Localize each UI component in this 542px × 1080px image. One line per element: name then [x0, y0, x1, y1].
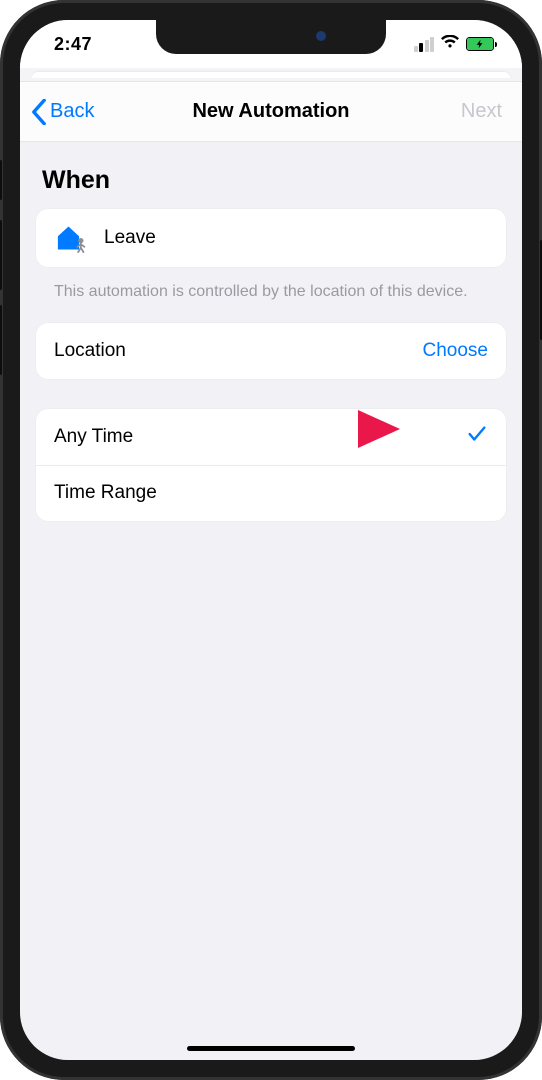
choose-location-button[interactable]: Choose [423, 340, 489, 362]
trigger-card[interactable]: Leave [36, 209, 506, 267]
section-header-when: When [36, 160, 506, 209]
notch [156, 20, 386, 54]
trigger-label: Leave [104, 227, 156, 249]
checkmark-icon [466, 423, 488, 451]
trigger-row-leave[interactable]: Leave [36, 209, 506, 267]
wifi-icon [440, 34, 460, 54]
cellular-icon [414, 37, 435, 52]
status-indicators [414, 34, 495, 54]
time-card: Any Time Time Range [36, 409, 506, 521]
nav-bar: Back New Automation Next [20, 82, 522, 142]
time-range-label: Time Range [54, 482, 157, 504]
content: When Leave This automation is controlled… [20, 142, 522, 521]
location-label: Location [54, 340, 126, 362]
back-label: Back [50, 100, 94, 123]
front-camera-icon [316, 31, 326, 41]
volume-up-button [0, 220, 2, 290]
mute-switch [0, 160, 2, 200]
location-card: Location Choose [36, 323, 506, 379]
back-button[interactable]: Back [30, 99, 94, 125]
sheet-stack-hint [20, 68, 522, 82]
battery-charging-icon [467, 38, 493, 50]
home-indicator[interactable] [187, 1046, 355, 1052]
time-option-any[interactable]: Any Time [36, 409, 506, 465]
location-row[interactable]: Location Choose [36, 323, 506, 379]
phone-frame: 2:47 Back New Automation Next [0, 0, 542, 1080]
screen: 2:47 Back New Automation Next [20, 20, 522, 1060]
next-button[interactable]: Next [461, 100, 502, 123]
time-any-label: Any Time [54, 426, 133, 448]
leave-home-icon [54, 223, 90, 253]
volume-down-button [0, 305, 2, 375]
chevron-left-icon [30, 99, 48, 125]
status-time: 2:47 [54, 34, 92, 55]
battery-icon [466, 37, 494, 51]
time-option-range[interactable]: Time Range [36, 465, 506, 521]
trigger-footnote: This automation is controlled by the loc… [36, 267, 506, 323]
nav-title: New Automation [192, 100, 349, 123]
